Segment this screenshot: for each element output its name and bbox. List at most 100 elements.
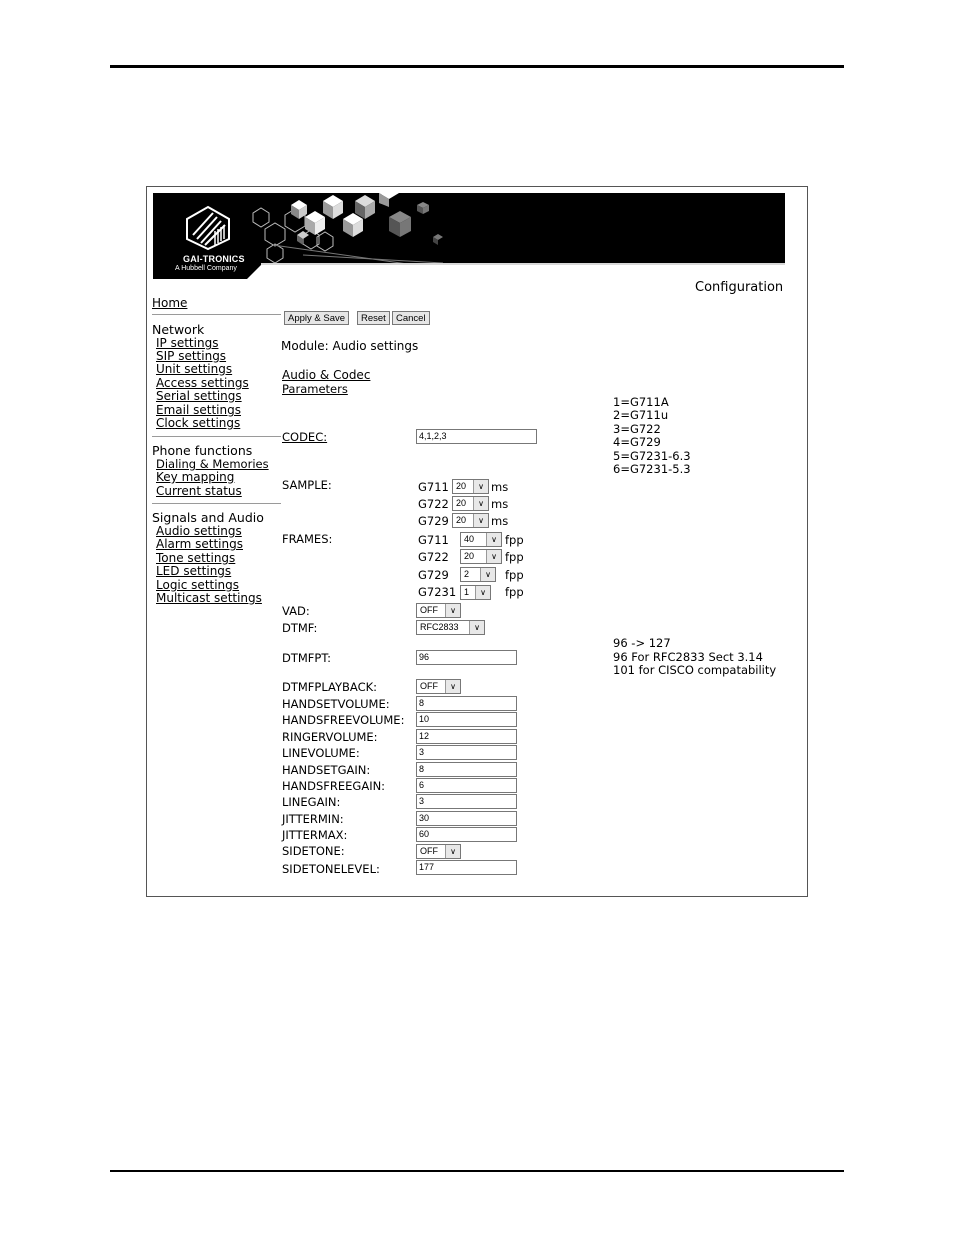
- frames-codec-label: G711: [418, 533, 449, 547]
- codec-note: 6=G7231-5.3: [613, 462, 691, 476]
- dtmfpt-note: 101 for CISCO compatability: [613, 663, 777, 677]
- sample-codec-label: G711: [418, 480, 449, 494]
- sidebar-item-multicast-settings[interactable]: Multicast settings: [156, 591, 262, 605]
- audio-codec-link[interactable]: Audio & Codec: [282, 368, 370, 382]
- chevron-down-icon: ∨: [486, 550, 501, 563]
- logo-subtitle: A Hubbell Company: [175, 265, 237, 272]
- jittermin-label: JITTERMIN:: [282, 812, 344, 826]
- handsetgain-label: HANDSETGAIN:: [282, 763, 371, 777]
- header-banner: GAI-TRONICS A Hubbell Company: [153, 193, 785, 279]
- sample-codec-label: G729: [418, 514, 449, 528]
- chevron-down-icon: ∨: [445, 604, 460, 617]
- sidebar-item-serial-settings[interactable]: Serial settings: [156, 389, 242, 403]
- frames-g711-select[interactable]: 40 ∨: [460, 532, 502, 547]
- dtmf-label: DTMF:: [282, 621, 318, 635]
- codec-label: CODEC:: [282, 430, 328, 444]
- handsfreegain-input[interactable]: 6: [416, 778, 517, 793]
- sidebar-item-audio-settings[interactable]: Audio settings: [156, 524, 242, 538]
- sample-unit: ms: [491, 497, 509, 511]
- sample-codec-label: G722: [418, 497, 449, 511]
- sidetonelevel-label: SIDETONELEVEL:: [282, 862, 380, 876]
- sample-g729-select[interactable]: 20 ∨: [452, 513, 489, 528]
- dtmfplayback-select[interactable]: OFF ∨: [416, 679, 461, 694]
- sample-g722-select[interactable]: 20 ∨: [452, 496, 489, 511]
- dtmfplayback-label: DTMFPLAYBACK:: [282, 680, 378, 694]
- sample-g711-value: 20: [456, 481, 467, 491]
- dtmf-select[interactable]: RFC2833 ∨: [416, 620, 485, 635]
- handsetvolume-label: HANDSETVOLUME:: [282, 697, 390, 711]
- sidebar-item-current-status[interactable]: Current status: [156, 484, 242, 498]
- codec-note: 2=G711u: [613, 408, 669, 422]
- chevron-down-icon: ∨: [473, 497, 488, 510]
- parameters-link[interactable]: Parameters: [282, 382, 348, 396]
- frames-codec-label: G7231: [418, 585, 457, 599]
- sidetone-value: OFF: [420, 846, 438, 856]
- chevron-down-icon: ∨: [445, 680, 460, 693]
- codec-input[interactable]: 4,1,2,3: [416, 429, 537, 444]
- sidebar-item-key-mapping[interactable]: Key mapping: [156, 470, 234, 484]
- sidetonelevel-input[interactable]: 177: [416, 860, 517, 875]
- module-title: Module: Audio settings: [281, 339, 419, 353]
- vad-select[interactable]: OFF ∨: [416, 603, 461, 618]
- sidebar-item-access-settings[interactable]: Access settings: [156, 376, 249, 390]
- handsfreevolume-input[interactable]: 10: [416, 712, 517, 727]
- sidebar-item-clock-settings[interactable]: Clock settings: [156, 416, 240, 430]
- vad-label: VAD:: [282, 604, 310, 618]
- top-rule: [110, 65, 844, 68]
- logo-name: GAI-TRONICS: [183, 254, 245, 264]
- sidebar-phone-heading: Phone functions: [152, 443, 253, 458]
- frames-codec-label: G722: [418, 550, 449, 564]
- gai-tronics-logo-icon: [186, 205, 230, 251]
- sidebar-divider: [152, 314, 281, 315]
- sidebar-item-dialing-memories[interactable]: Dialing & Memories: [156, 457, 269, 471]
- linegain-input[interactable]: 3: [416, 794, 517, 809]
- jittermax-input[interactable]: 60: [416, 827, 517, 842]
- sidetone-label: SIDETONE:: [282, 844, 345, 858]
- sidebar-item-sip-settings[interactable]: SIP settings: [156, 349, 226, 363]
- handsetgain-input[interactable]: 8: [416, 762, 517, 777]
- sidebar-item-led-settings[interactable]: LED settings: [156, 564, 231, 578]
- frames-g7231-select[interactable]: 1 ∨: [460, 585, 491, 600]
- sidebar-home-link[interactable]: Home: [152, 296, 187, 310]
- frames-unit: fpp: [505, 533, 524, 547]
- sidebar-item-alarm-settings[interactable]: Alarm settings: [156, 537, 243, 551]
- banner-stripe: [261, 263, 785, 265]
- browser-screenshot-frame: GAI-TRONICS A Hubbell Company Configurat…: [146, 186, 808, 897]
- apply-save-button[interactable]: Apply & Save: [284, 311, 350, 325]
- sidebar-item-logic-settings[interactable]: Logic settings: [156, 578, 239, 592]
- sample-g722-value: 20: [456, 498, 467, 508]
- frames-g722-select[interactable]: 20 ∨: [460, 549, 502, 564]
- page-title: Configuration: [695, 280, 784, 295]
- reset-button[interactable]: Reset: [357, 311, 390, 325]
- bottom-rule: [110, 1170, 844, 1172]
- chevron-down-icon: ∨: [473, 514, 488, 527]
- dtmfpt-label: DTMFPT:: [282, 651, 331, 665]
- frames-unit: fpp: [505, 585, 524, 599]
- dtmfpt-input[interactable]: 96: [416, 650, 517, 665]
- sidebar-item-email-settings[interactable]: Email settings: [156, 403, 241, 417]
- ringervolume-input[interactable]: 12: [416, 729, 517, 744]
- sample-g711-select[interactable]: 20 ∨: [452, 479, 489, 494]
- chevron-down-icon: ∨: [473, 480, 488, 493]
- frames-unit: fpp: [505, 550, 524, 564]
- dtmf-value: RFC2833: [420, 622, 459, 632]
- frames-g729-value: 2: [464, 569, 470, 579]
- sidebar-item-tone-settings[interactable]: Tone settings: [156, 551, 235, 565]
- chevron-down-icon: ∨: [445, 845, 460, 858]
- chevron-down-icon: ∨: [469, 621, 484, 634]
- sidebar-item-unit-settings[interactable]: Unit settings: [156, 362, 232, 376]
- decorative-cubes-icon: [252, 193, 443, 270]
- sidetone-select[interactable]: OFF ∨: [416, 844, 461, 859]
- ringervolume-label: RINGERVOLUME:: [282, 730, 378, 744]
- jittermin-input[interactable]: 30: [416, 811, 517, 826]
- dtmfplayback-value: OFF: [420, 681, 438, 691]
- frames-codec-label: G729: [418, 568, 449, 582]
- handsetvolume-input[interactable]: 8: [416, 696, 517, 711]
- linegain-label: LINEGAIN:: [282, 795, 341, 809]
- sample-unit: ms: [491, 514, 509, 528]
- cancel-button[interactable]: Cancel: [392, 311, 430, 325]
- frames-g729-select[interactable]: 2 ∨: [460, 567, 496, 582]
- dtmfpt-note: 96 -> 127: [613, 636, 671, 650]
- sidebar-item-ip-settings[interactable]: IP settings: [156, 336, 218, 350]
- linevolume-input[interactable]: 3: [416, 745, 517, 760]
